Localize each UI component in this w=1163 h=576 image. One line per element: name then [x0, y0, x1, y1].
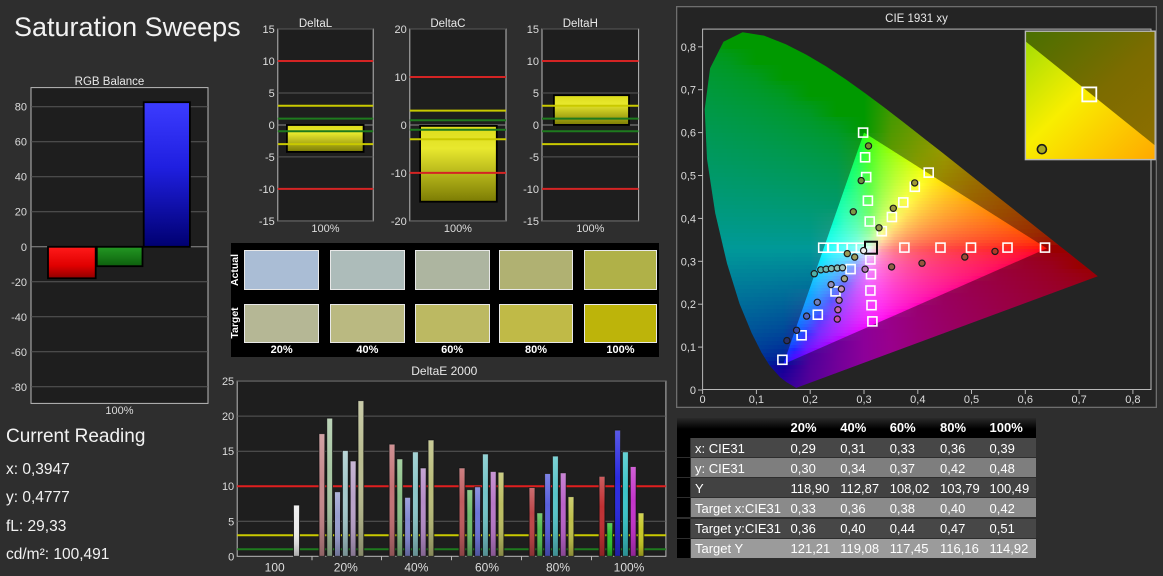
- svg-text:15: 15: [527, 24, 539, 36]
- svg-text:0,1: 0,1: [749, 394, 764, 406]
- svg-text:0: 0: [228, 551, 234, 563]
- svg-text:-40: -40: [11, 312, 27, 324]
- svg-text:40%: 40%: [404, 560, 428, 574]
- svg-text:0: 0: [401, 120, 407, 132]
- svg-text:DeltaC: DeltaC: [430, 18, 465, 30]
- svg-text:0: 0: [269, 120, 275, 132]
- svg-text:20%: 20%: [334, 560, 358, 574]
- svg-text:RGB Balance: RGB Balance: [75, 76, 145, 88]
- svg-text:20: 20: [222, 411, 234, 423]
- svg-text:0,3: 0,3: [681, 256, 696, 268]
- svg-text:DeltaL: DeltaL: [299, 18, 333, 30]
- svg-text:40: 40: [15, 172, 27, 184]
- svg-text:100: 100: [265, 560, 285, 574]
- svg-text:60: 60: [15, 137, 27, 149]
- svg-text:80%: 80%: [546, 560, 570, 574]
- svg-text:5: 5: [533, 88, 539, 100]
- svg-text:0: 0: [21, 242, 27, 254]
- svg-text:5: 5: [269, 88, 275, 100]
- svg-text:0,5: 0,5: [964, 394, 979, 406]
- svg-text:60%: 60%: [475, 560, 499, 574]
- svg-text:80: 80: [15, 102, 27, 114]
- svg-text:15: 15: [263, 24, 275, 36]
- svg-text:-20: -20: [11, 277, 27, 289]
- svg-text:0,5: 0,5: [681, 171, 696, 183]
- svg-text:-5: -5: [265, 152, 275, 164]
- svg-text:10: 10: [222, 481, 234, 493]
- svg-text:100%: 100%: [105, 405, 133, 417]
- svg-text:10: 10: [395, 72, 407, 84]
- svg-text:-10: -10: [391, 168, 407, 180]
- svg-text:0,6: 0,6: [681, 128, 696, 140]
- svg-text:0,8: 0,8: [681, 42, 696, 54]
- svg-text:-15: -15: [523, 216, 539, 228]
- svg-text:0,2: 0,2: [803, 394, 818, 406]
- svg-text:CIE 1931 xy: CIE 1931 xy: [885, 13, 948, 25]
- svg-text:-10: -10: [523, 184, 539, 196]
- svg-text:0,7: 0,7: [1071, 394, 1086, 406]
- svg-text:15: 15: [222, 446, 234, 458]
- svg-text:100%: 100%: [614, 560, 645, 574]
- svg-text:DeltaE 2000: DeltaE 2000: [411, 364, 477, 378]
- svg-text:0,7: 0,7: [681, 85, 696, 97]
- svg-text:0,1: 0,1: [681, 342, 696, 354]
- svg-text:0,2: 0,2: [681, 299, 696, 311]
- svg-text:0,8: 0,8: [1125, 394, 1140, 406]
- svg-text:20: 20: [395, 24, 407, 36]
- svg-text:-10: -10: [259, 184, 275, 196]
- svg-text:0,4: 0,4: [910, 394, 925, 406]
- svg-text:0: 0: [700, 394, 706, 406]
- svg-text:0: 0: [533, 120, 539, 132]
- svg-text:-20: -20: [391, 216, 407, 228]
- svg-text:-5: -5: [529, 152, 539, 164]
- svg-text:-60: -60: [11, 347, 27, 359]
- svg-text:25: 25: [222, 376, 234, 388]
- svg-text:0,3: 0,3: [856, 394, 871, 406]
- svg-text:-15: -15: [259, 216, 275, 228]
- svg-text:10: 10: [263, 56, 275, 68]
- svg-text:100%: 100%: [444, 223, 472, 235]
- svg-text:20: 20: [15, 207, 27, 219]
- svg-text:100%: 100%: [311, 223, 339, 235]
- svg-text:10: 10: [527, 56, 539, 68]
- svg-text:-80: -80: [11, 382, 27, 394]
- svg-text:0,6: 0,6: [1018, 394, 1033, 406]
- svg-text:0: 0: [690, 385, 696, 397]
- svg-text:100%: 100%: [576, 223, 604, 235]
- svg-text:DeltaH: DeltaH: [563, 18, 598, 30]
- svg-text:5: 5: [228, 516, 234, 528]
- svg-text:0,4: 0,4: [681, 213, 696, 225]
